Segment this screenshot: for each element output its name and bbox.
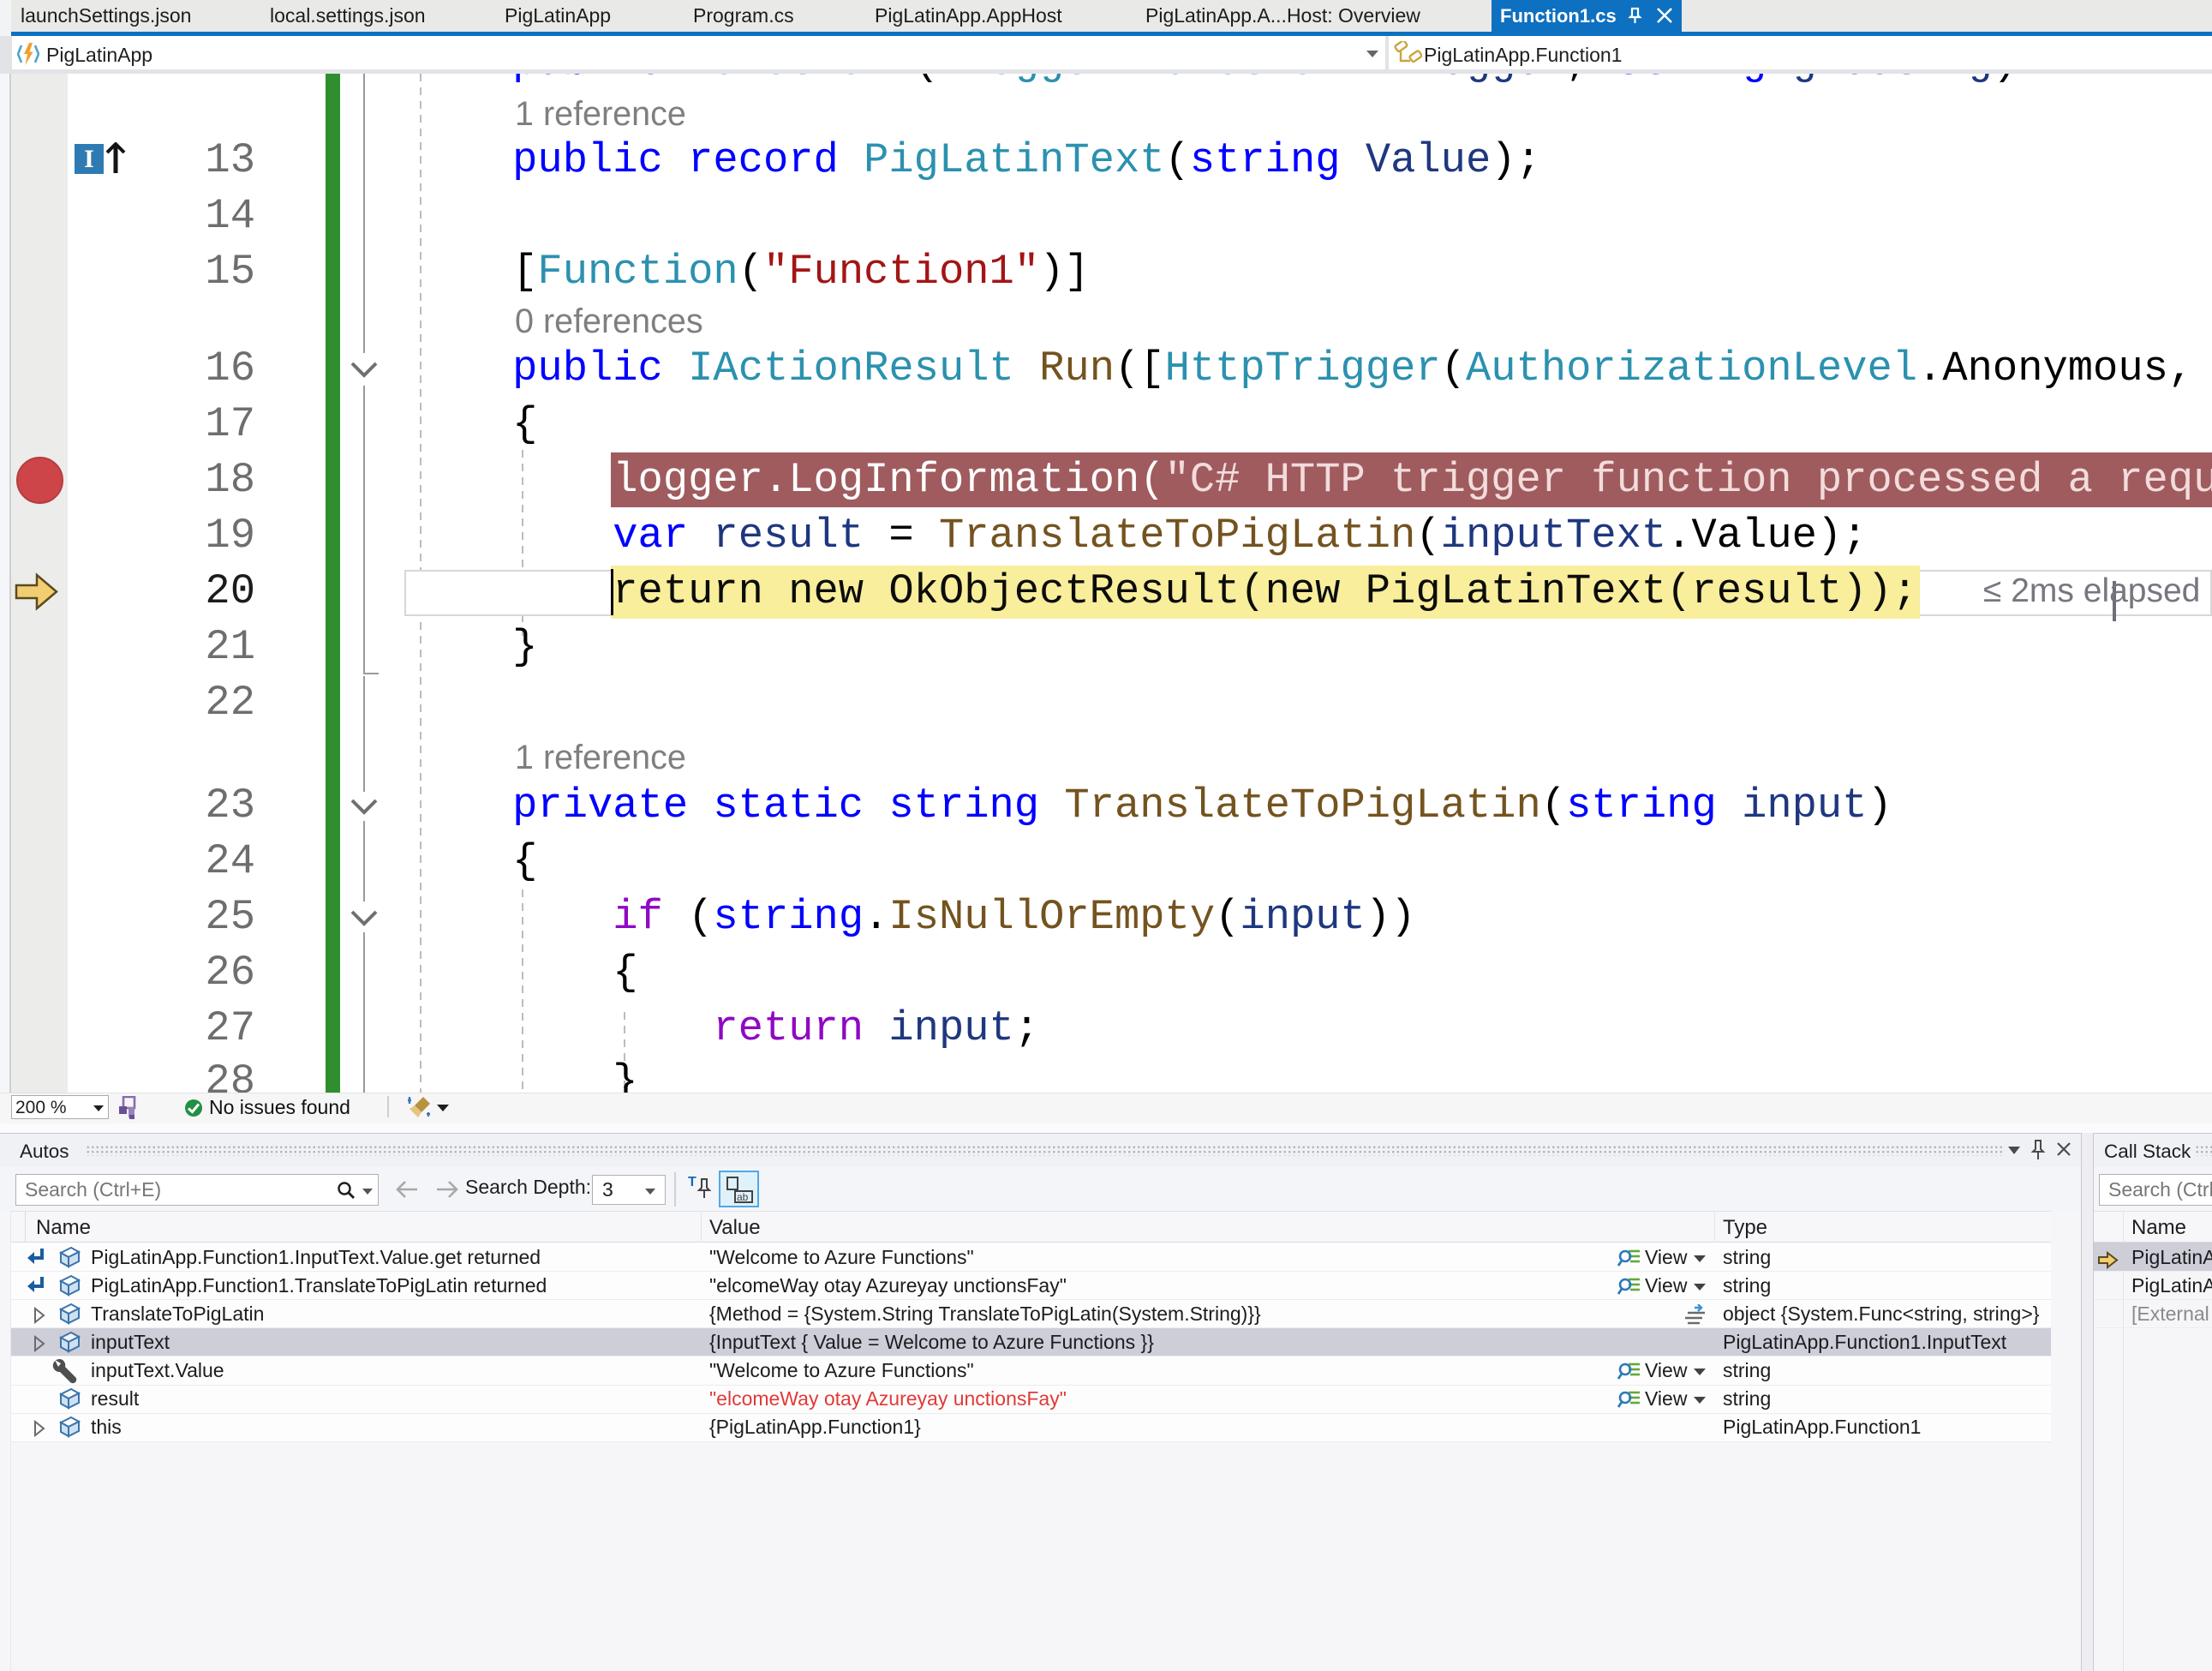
svg-text:ab: ab	[737, 1191, 749, 1203]
svg-text:T: T	[688, 1175, 696, 1189]
